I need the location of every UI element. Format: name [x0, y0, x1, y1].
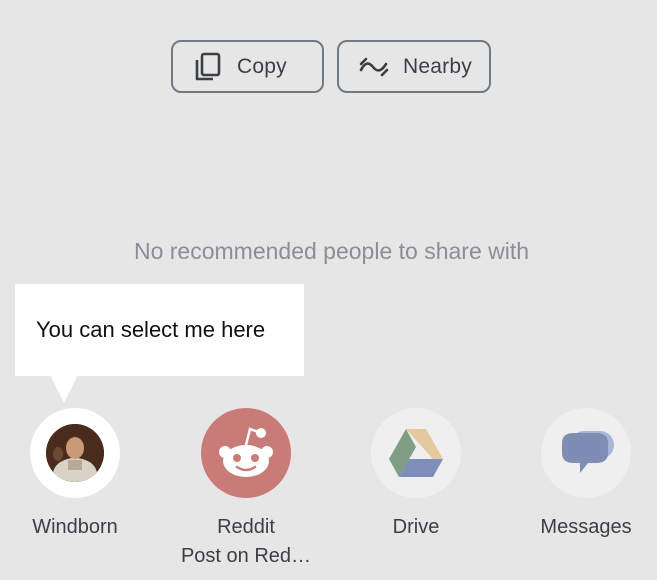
copy-button[interactable]: Copy	[171, 40, 324, 93]
share-target-name: Reddit	[217, 516, 275, 538]
nearby-share-icon	[359, 52, 389, 82]
share-target-reddit[interactable]: Reddit Post on Red…	[161, 408, 331, 568]
share-sheet: Copy Nearby No recommended people to sha…	[0, 0, 657, 580]
share-target-messages[interactable]: Messages	[501, 408, 657, 539]
share-target-icon-circle	[30, 408, 120, 498]
tooltip: You can select me here	[15, 284, 304, 376]
drive-icon	[371, 408, 461, 498]
tooltip-text: You can select me here	[36, 317, 266, 342]
no-recommendations-message: No recommended people to share with	[133, 238, 530, 264]
copy-label: Copy	[237, 54, 287, 78]
reddit-icon	[201, 408, 291, 498]
share-target-name: Drive	[392, 516, 440, 538]
nearby-label: Nearby	[403, 54, 472, 78]
messages-icon	[541, 408, 631, 498]
share-target-windborn[interactable]: Windborn	[0, 408, 160, 539]
share-target-drive[interactable]: Drive	[331, 408, 501, 539]
share-target-name: Messages	[540, 516, 632, 538]
avatar	[46, 424, 104, 482]
nearby-button[interactable]: Nearby	[337, 40, 491, 93]
copy-icon	[193, 52, 223, 82]
share-target-name: Windborn	[32, 516, 118, 538]
tooltip-pointer	[50, 375, 78, 403]
share-target-subtitle: Post on Red…	[180, 545, 312, 567]
